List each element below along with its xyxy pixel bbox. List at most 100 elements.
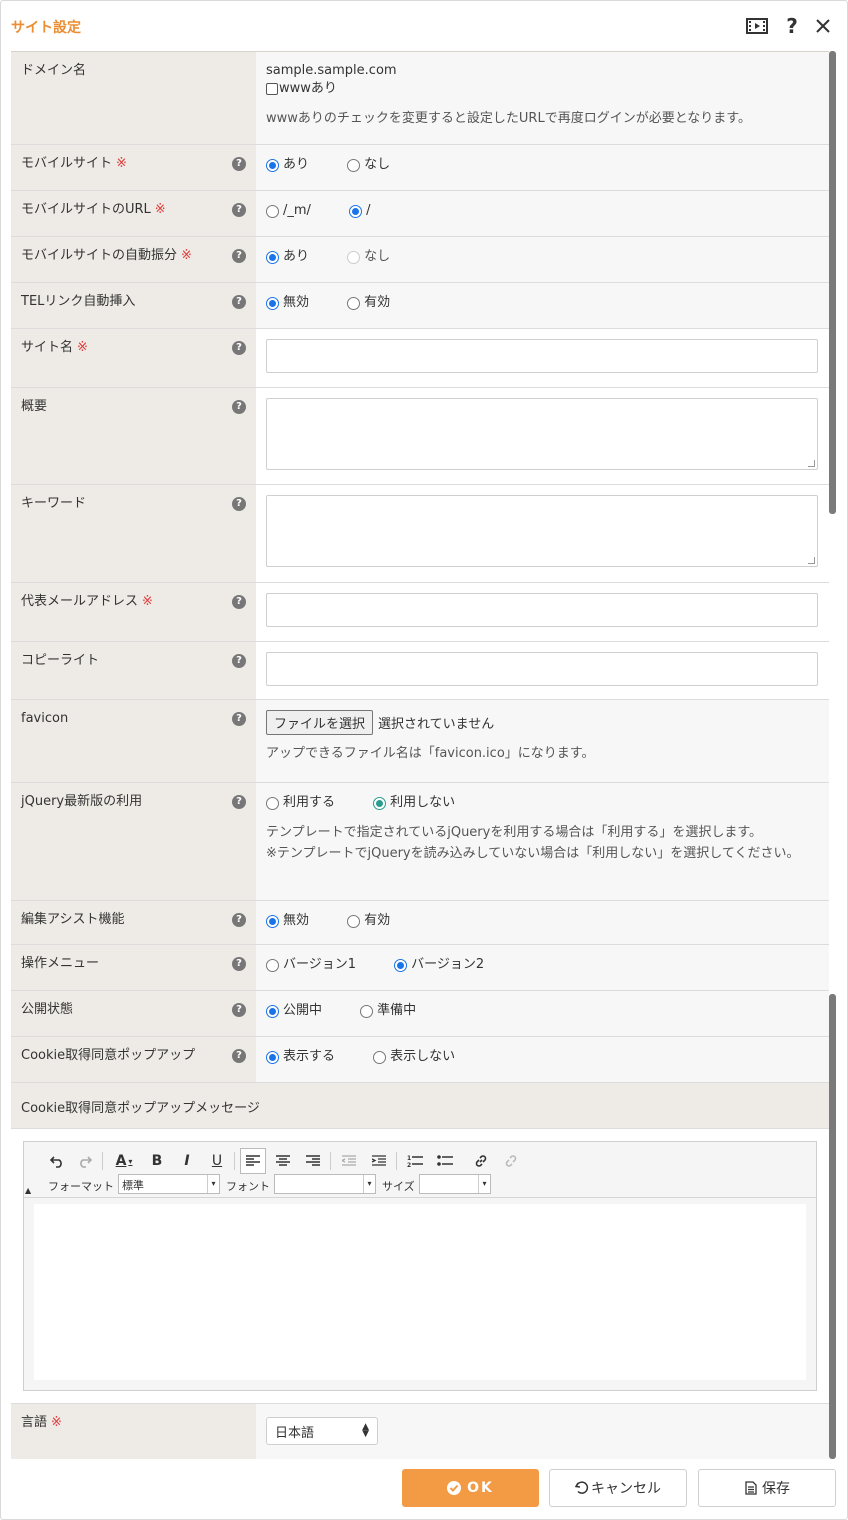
site-name-cell: [256, 329, 829, 387]
help-icon[interactable]: ?: [232, 595, 246, 609]
row-summary: 概要?: [11, 388, 829, 485]
domain-note: wwwありのチェックを変更すると設定したURLで再度ログインが必要となります。: [266, 111, 751, 126]
radio-menu-v2[interactable]: バージョン2: [394, 955, 484, 975]
scrollbar-thumb-upper[interactable]: [829, 51, 836, 514]
toolbar-separator: [234, 1152, 235, 1170]
keyword-textarea[interactable]: [266, 495, 818, 567]
site-name-input[interactable]: [266, 339, 818, 373]
link-icon[interactable]: [468, 1148, 494, 1174]
required-mark: ※: [154, 202, 166, 217]
site-settings-dialog: サイト設定 ? ドメイン名 sample.sample.com wwwあり ww…: [0, 0, 848, 1520]
scrollbar-thumb-lower[interactable]: [829, 994, 836, 1459]
title-bar: サイト設定 ?: [1, 1, 847, 51]
mobile-auto-options: あり なし: [256, 237, 829, 282]
help-icon[interactable]: ?: [232, 654, 246, 668]
help-icon[interactable]: ?: [232, 1049, 246, 1063]
help-icon[interactable]: ?: [232, 341, 246, 355]
help-icon[interactable]: ?: [232, 295, 246, 309]
settings-form: ドメイン名 sample.sample.com wwwあり wwwありのチェック…: [11, 51, 829, 1459]
ok-button[interactable]: OK: [402, 1469, 539, 1507]
favicon-cell: ファイルを選択 選択されていません アップできるファイル名は「favicon.i…: [256, 700, 829, 782]
tel-link-options: 無効 有効: [256, 283, 829, 328]
numbered-list-icon[interactable]: 12: [402, 1148, 428, 1174]
undo-icon[interactable]: [44, 1148, 70, 1174]
indent-icon[interactable]: [366, 1148, 392, 1174]
size-select[interactable]: ▾: [419, 1174, 491, 1194]
align-center-icon[interactable]: [270, 1148, 296, 1174]
editor-content-area[interactable]: [34, 1204, 806, 1380]
www-checkbox[interactable]: [266, 83, 278, 95]
www-checkbox-row[interactable]: wwwあり: [266, 80, 819, 98]
radio-assist-off[interactable]: 無効: [266, 911, 309, 931]
keyword-label: キーワード?: [11, 485, 256, 582]
underline-icon[interactable]: U: [204, 1148, 230, 1174]
summary-textarea[interactable]: [266, 398, 818, 470]
radio-selected-icon: [394, 958, 408, 972]
radio-menu-v1[interactable]: バージョン1: [266, 955, 356, 975]
copyright-input[interactable]: [266, 652, 818, 686]
language-select[interactable]: 日本語 ▲ ▼: [266, 1417, 378, 1445]
svg-text:1: 1: [407, 1155, 411, 1162]
help-icon[interactable]: ?: [232, 203, 246, 217]
help-icon[interactable]: ?: [232, 1003, 246, 1017]
italic-icon[interactable]: I: [174, 1148, 200, 1174]
help-icon[interactable]: ?: [780, 14, 804, 38]
chevron-down-icon: ▾: [363, 1175, 375, 1193]
radio-mobile-site-yes[interactable]: あり: [266, 155, 309, 175]
radio-mobile-url-m[interactable]: /_m/: [266, 201, 311, 221]
radio-unselected-icon: [266, 958, 279, 972]
text-color-icon[interactable]: A ▾: [108, 1148, 140, 1174]
radio-published[interactable]: 公開中: [266, 1001, 322, 1021]
help-icon[interactable]: ?: [232, 712, 246, 726]
radio-mobile-site-no[interactable]: なし: [347, 155, 390, 175]
op-menu-label: 操作メニュー?: [11, 945, 256, 990]
bullet-list-icon[interactable]: [432, 1148, 458, 1174]
help-icon[interactable]: ?: [232, 795, 246, 809]
help-icon[interactable]: ?: [232, 400, 246, 414]
toolbar-separator: [330, 1152, 331, 1170]
align-left-icon[interactable]: [240, 1148, 266, 1174]
radio-mobile-auto-yes[interactable]: あり: [266, 247, 309, 267]
cancel-button[interactable]: キャンセル: [549, 1469, 687, 1507]
format-select[interactable]: 標準 ▾: [118, 1174, 220, 1194]
svg-text:2: 2: [407, 1162, 411, 1168]
align-right-icon[interactable]: [300, 1148, 326, 1174]
outdent-icon[interactable]: [336, 1148, 362, 1174]
radio-cookie-hide[interactable]: 表示しない: [373, 1047, 455, 1067]
choose-file-button[interactable]: ファイルを選択: [266, 710, 374, 735]
redo-icon[interactable]: [72, 1148, 98, 1174]
help-icon[interactable]: ?: [232, 957, 246, 971]
toolbar-separator: [396, 1152, 397, 1170]
keyword-cell: [256, 485, 829, 582]
save-button[interactable]: 保存: [698, 1469, 836, 1507]
bold-icon[interactable]: B: [144, 1148, 170, 1174]
email-input[interactable]: [266, 593, 818, 627]
toolbar-collapse-icon[interactable]: ▲: [25, 1186, 31, 1195]
row-cookie: Cookie取得同意ポップアップ? 表示する 表示しない: [11, 1037, 829, 1083]
radio-selected-icon: [266, 158, 279, 172]
help-icon[interactable]: ?: [232, 157, 246, 171]
radio-cookie-show[interactable]: 表示する: [266, 1047, 335, 1067]
video-icon[interactable]: [745, 14, 769, 38]
radio-jquery-nouse[interactable]: 利用しない: [373, 793, 455, 813]
radio-assist-on[interactable]: 有効: [347, 911, 390, 931]
close-icon[interactable]: [811, 14, 835, 38]
radio-selected-icon: [266, 250, 279, 264]
cookie-options: 表示する 表示しない: [256, 1037, 829, 1082]
domain-value: sample.sample.com: [266, 63, 397, 78]
radio-tel-off[interactable]: 無効: [266, 293, 309, 313]
radio-mobile-url-root[interactable]: /: [349, 201, 370, 221]
radio-tel-on[interactable]: 有効: [347, 293, 390, 313]
radio-selected-icon: [373, 796, 387, 810]
radio-preparing[interactable]: 準備中: [360, 1001, 416, 1021]
font-select[interactable]: ▾: [274, 1174, 376, 1194]
row-mobile-site: モバイルサイト ※? あり なし: [11, 145, 829, 191]
help-icon[interactable]: ?: [232, 913, 246, 927]
cookie-message-editor-wrap: A ▾ B I U 12 ▲ フォーマット 標準 ▾ フォント ▾ サイズ ▾: [11, 1129, 829, 1404]
help-icon[interactable]: ?: [232, 249, 246, 263]
site-name-label: サイト名 ※?: [11, 329, 256, 387]
favicon-label: favicon?: [11, 700, 256, 782]
help-icon[interactable]: ?: [232, 497, 246, 511]
unlink-icon[interactable]: [498, 1148, 524, 1174]
radio-jquery-use[interactable]: 利用する: [266, 793, 335, 813]
